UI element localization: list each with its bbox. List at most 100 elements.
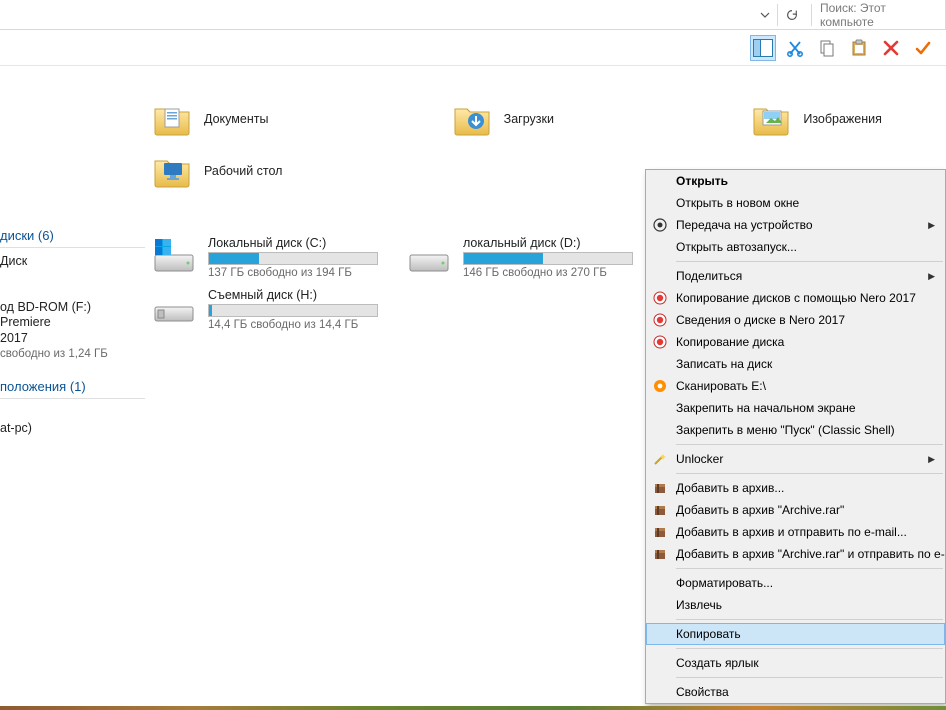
context-menu-item[interactable]: Форматировать... — [646, 572, 945, 594]
context-menu-item[interactable]: Открыть — [646, 170, 945, 192]
context-menu-item[interactable]: Записать на диск — [646, 353, 945, 375]
rar-icon — [652, 524, 668, 540]
folder-label: Загрузки — [504, 112, 554, 126]
address-bar: Поиск: Этот компьюте — [0, 0, 946, 30]
folder-tile[interactable]: Документы — [152, 96, 347, 142]
confirm-icon[interactable] — [910, 35, 936, 61]
context-menu-item[interactable]: Поделиться ▶ — [646, 265, 945, 287]
context-menu-separator — [676, 444, 943, 445]
context-menu-item[interactable]: Закрепить в меню "Пуск" (Classic Shell) — [646, 419, 945, 441]
delete-icon[interactable] — [878, 35, 904, 61]
context-menu-label: Unlocker — [676, 452, 723, 466]
paste-icon[interactable] — [846, 35, 872, 61]
cut-icon[interactable] — [782, 35, 808, 61]
context-menu-label: Добавить в архив "Archive.rar" и отправи… — [676, 547, 945, 561]
drive-tile[interactable]: локальный диск (D:) 146 ГБ свободно из 2… — [407, 234, 642, 280]
context-menu-item[interactable]: Закрепить на начальном экране — [646, 397, 945, 419]
bdrom-sub: свободно из 1,24 ГБ — [0, 347, 145, 361]
refresh-icon[interactable] — [777, 4, 805, 26]
context-menu-item[interactable]: Добавить в архив... — [646, 477, 945, 499]
bdrom-line1: од BD-ROM (F:) Premiere — [0, 300, 145, 331]
drive-usage-bar — [463, 252, 633, 265]
drive-tile[interactable]: Съемный диск (H:) 14,4 ГБ свободно из 14… — [152, 286, 387, 332]
context-menu-label: Извлечь — [676, 598, 722, 612]
search-placeholder: Поиск: Этот компьюте — [820, 1, 937, 29]
copy-icon[interactable] — [814, 35, 840, 61]
folder-label: Документы — [204, 112, 268, 126]
network-host[interactable]: at-pc) — [0, 415, 145, 443]
context-menu-label: Закрепить в меню "Пуск" (Classic Shell) — [676, 423, 895, 437]
toolbar — [0, 30, 946, 66]
address-dropdown-icon[interactable] — [757, 4, 773, 26]
context-menu-label: Добавить в архив... — [676, 481, 784, 495]
context-menu-item[interactable]: Свойства — [646, 681, 945, 703]
context-menu-item[interactable]: Копирование дисков с помощью Nero 2017 — [646, 287, 945, 309]
folder-label: Рабочий стол — [204, 164, 282, 178]
nero-red-icon — [652, 312, 668, 328]
rar-icon — [652, 546, 668, 562]
context-menu-label: Открыть в новом окне — [676, 196, 799, 210]
context-menu-label: Добавить в архив "Archive.rar" — [676, 503, 844, 517]
context-menu-label: Сведения о диске в Nero 2017 — [676, 313, 845, 327]
context-menu-label: Открыть автозапуск... — [676, 240, 797, 254]
folder-tile[interactable]: Изображения — [751, 96, 946, 142]
context-menu: Открыть Открыть в новом окне Передача на у… — [645, 169, 946, 704]
section-drives-header: диски (6) — [0, 224, 145, 248]
nero-red-icon — [652, 290, 668, 306]
drive-free-text: 137 ГБ свободно из 194 ГБ — [208, 267, 378, 279]
submenu-arrow-icon: ▶ — [928, 454, 935, 465]
bdrom-line2: 2017 — [0, 331, 145, 347]
drive-free-text: 146 ГБ свободно из 270 ГБ — [463, 267, 633, 279]
section-locations-header: положения (1) — [0, 375, 145, 399]
left-column: диски (6) Диск од BD-ROM (F:) Premiere 2… — [0, 66, 145, 443]
context-menu-label: Открыть — [676, 174, 728, 188]
context-menu-item[interactable]: Добавить в архив и отправить по e-mail..… — [646, 521, 945, 543]
context-menu-item[interactable]: Unlocker ▶ — [646, 448, 945, 470]
context-menu-separator — [676, 648, 943, 649]
context-menu-label: Копирование диска — [676, 335, 784, 349]
context-menu-separator — [676, 677, 943, 678]
disk-label: Диск — [0, 248, 145, 276]
preview-pane-button[interactable] — [750, 35, 776, 61]
context-menu-item[interactable]: Открыть в новом окне — [646, 192, 945, 214]
context-menu-label: Создать ярлык — [676, 656, 759, 670]
drive-label: Локальный диск (C:) — [208, 236, 378, 250]
submenu-arrow-icon: ▶ — [928, 220, 935, 231]
context-menu-label: Копировать — [676, 627, 741, 641]
drive-label: локальный диск (D:) — [463, 236, 633, 250]
search-input[interactable]: Поиск: Этот компьюте — [811, 4, 941, 26]
context-menu-item[interactable]: Создать ярлык — [646, 652, 945, 674]
context-menu-item[interactable]: Сведения о диске в Nero 2017 — [646, 309, 945, 331]
folder-tile[interactable]: Рабочий стол — [152, 148, 382, 194]
context-menu-label: Закрепить на начальном экране — [676, 401, 856, 415]
context-menu-label: Копирование дисков с помощью Nero 2017 — [676, 291, 916, 305]
drive-usage-bar — [208, 252, 378, 265]
context-menu-item[interactable]: Сканировать E:\ — [646, 375, 945, 397]
drive-tile[interactable]: Локальный диск (C:) 137 ГБ свободно из 1… — [152, 234, 387, 280]
submenu-arrow-icon: ▶ — [928, 271, 935, 282]
context-menu-label: Поделиться — [676, 269, 742, 283]
context-menu-label: Записать на диск — [676, 357, 772, 371]
bdrom-item[interactable]: од BD-ROM (F:) Premiere 2017 свободно из… — [0, 294, 145, 367]
context-menu-item[interactable]: Копирование диска — [646, 331, 945, 353]
nero-red-icon — [652, 334, 668, 350]
context-menu-label: Свойства — [676, 685, 729, 699]
context-menu-item[interactable]: Открыть автозапуск... — [646, 236, 945, 258]
context-menu-separator — [676, 261, 943, 262]
context-menu-label: Сканировать E:\ — [676, 379, 766, 393]
context-menu-item[interactable]: Извлечь — [646, 594, 945, 616]
context-menu-label: Передача на устройство — [676, 218, 813, 232]
context-menu-item[interactable]: Добавить в архив "Archive.rar" — [646, 499, 945, 521]
context-menu-item[interactable]: Передача на устройство ▶ — [646, 214, 945, 236]
context-menu-item[interactable]: Добавить в архив "Archive.rar" и отправи… — [646, 543, 945, 565]
context-menu-label: Добавить в архив и отправить по e-mail..… — [676, 525, 907, 539]
broadcast-icon — [652, 217, 668, 233]
wand-icon — [652, 451, 668, 467]
folder-label: Изображения — [803, 112, 882, 126]
context-menu-separator — [676, 568, 943, 569]
context-menu-item[interactable]: Копировать — [646, 623, 945, 645]
drive-label: Съемный диск (H:) — [208, 288, 378, 302]
drive-usage-bar — [208, 304, 378, 317]
folder-tile[interactable]: Загрузки — [452, 96, 647, 142]
context-menu-separator — [676, 473, 943, 474]
